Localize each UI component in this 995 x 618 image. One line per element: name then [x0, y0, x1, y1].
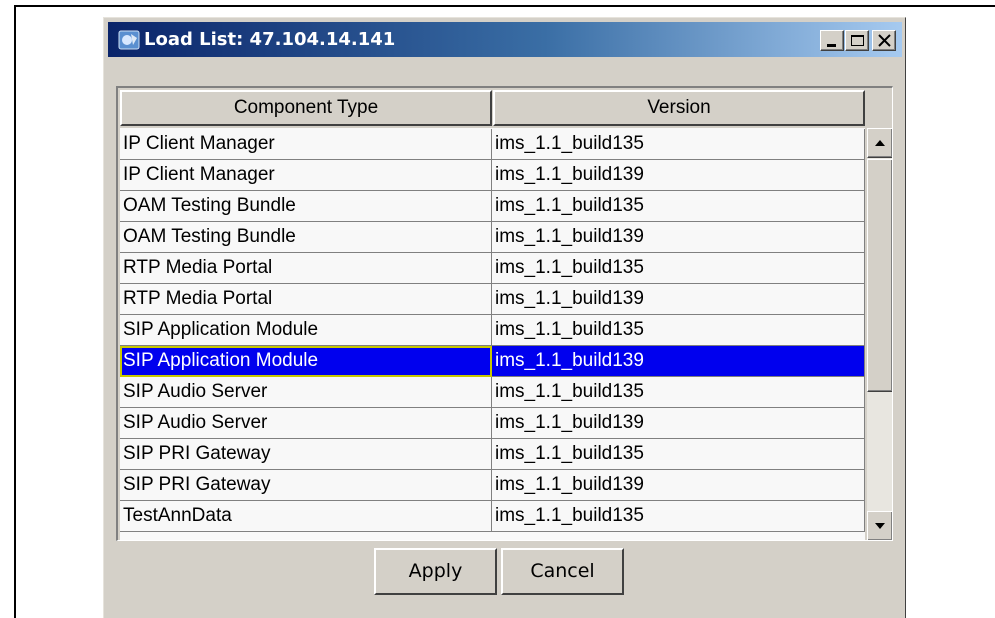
table-row[interactable]: SIP Application Module ims_1.1_build135 — [120, 315, 865, 346]
scroll-thumb[interactable] — [867, 159, 892, 392]
cell-component-type[interactable]: IP Client Manager — [120, 129, 492, 160]
cell-version[interactable]: ims_1.1_build135 — [492, 377, 865, 408]
table-row[interactable]: OAM Testing Bundle ims_1.1_build139 — [120, 222, 865, 253]
table-row[interactable]: RTP Media Portal ims_1.1_build139 — [120, 284, 865, 315]
cell-version[interactable]: ims_1.1_build139 — [492, 408, 865, 439]
table-row[interactable]: OAM Testing Bundle ims_1.1_build135 — [120, 191, 865, 222]
table-row[interactable]: RTP Media Portal ims_1.1_build135 — [120, 253, 865, 284]
minimize-icon — [827, 44, 836, 47]
load-list-table: Component Type Version IP Client Manager… — [116, 86, 893, 541]
cell-component-type[interactable]: SIP PRI Gateway — [120, 439, 492, 470]
table-row[interactable]: IP Client Manager ims_1.1_build135 — [120, 129, 865, 160]
cell-version[interactable]: ims_1.1_build139 — [492, 470, 865, 501]
table-body: IP Client Manager ims_1.1_build135 IP Clie… — [120, 128, 865, 540]
app-icon — [118, 30, 140, 50]
maximize-button[interactable] — [845, 30, 869, 51]
page-frame-top — [14, 5, 995, 7]
cell-component-type[interactable]: RTP Media Portal — [120, 284, 492, 315]
close-button[interactable] — [872, 30, 896, 51]
cell-component-type[interactable]: SIP Audio Server — [120, 408, 492, 439]
close-icon — [878, 34, 891, 47]
window-title: Load List: 47.104.14.141 — [144, 29, 396, 50]
apply-button[interactable]: Apply — [374, 548, 497, 595]
cell-component-type[interactable]: SIP Application Module — [120, 346, 492, 377]
cell-component-type[interactable]: TestAnnData — [120, 501, 492, 532]
cell-version[interactable]: ims_1.1_build135 — [492, 191, 865, 222]
cell-component-type[interactable]: SIP Audio Server — [120, 377, 492, 408]
cell-component-type[interactable]: SIP PRI Gateway — [120, 470, 492, 501]
table-row[interactable]: IP Client Manager ims_1.1_build139 — [120, 160, 865, 191]
table-row[interactable]: SIP Application Module ims_1.1_build139 — [120, 346, 865, 377]
table-row[interactable]: TestAnnData ims_1.1_build135 — [120, 501, 865, 532]
load-list-dialog: Load List: 47.104.14.141 Component Type … — [103, 17, 906, 618]
cell-version[interactable]: ims_1.1_build135 — [492, 501, 865, 532]
cell-component-type[interactable]: OAM Testing Bundle — [120, 191, 492, 222]
column-header-component-type[interactable]: Component Type — [120, 90, 492, 126]
cell-version[interactable]: ims_1.1_build139 — [492, 160, 865, 191]
cell-version[interactable]: ims_1.1_build139 — [492, 346, 865, 377]
table-row[interactable]: SIP Audio Server ims_1.1_build139 — [120, 408, 865, 439]
cell-version[interactable]: ims_1.1_build139 — [492, 222, 865, 253]
maximize-icon — [851, 35, 864, 46]
title-bar[interactable]: Load List: 47.104.14.141 — [108, 22, 902, 57]
cell-component-type[interactable]: IP Client Manager — [120, 160, 492, 191]
table-row[interactable]: SIP PRI Gateway ims_1.1_build139 — [120, 470, 865, 501]
cell-version[interactable]: ims_1.1_build135 — [492, 253, 865, 284]
column-header-version[interactable]: Version — [493, 90, 865, 126]
cancel-button[interactable]: Cancel — [501, 548, 624, 595]
cell-component-type[interactable]: RTP Media Portal — [120, 253, 492, 284]
page-frame-left — [14, 5, 16, 618]
cell-component-type[interactable]: OAM Testing Bundle — [120, 222, 492, 253]
cell-version[interactable]: ims_1.1_build139 — [492, 284, 865, 315]
cell-version[interactable]: ims_1.1_build135 — [492, 315, 865, 346]
vertical-scrollbar[interactable] — [867, 128, 892, 540]
arrow-up-icon — [875, 140, 885, 146]
cell-component-type[interactable]: SIP Application Module — [120, 315, 492, 346]
cell-version[interactable]: ims_1.1_build135 — [492, 439, 865, 470]
cell-version[interactable]: ims_1.1_build135 — [492, 129, 865, 160]
scroll-down-button[interactable] — [867, 511, 892, 540]
arrow-down-icon — [875, 523, 885, 529]
table-row[interactable]: SIP PRI Gateway ims_1.1_build135 — [120, 439, 865, 470]
table-row[interactable]: SIP Audio Server ims_1.1_build135 — [120, 377, 865, 408]
minimize-button[interactable] — [820, 30, 844, 51]
scroll-up-button[interactable] — [867, 128, 892, 158]
